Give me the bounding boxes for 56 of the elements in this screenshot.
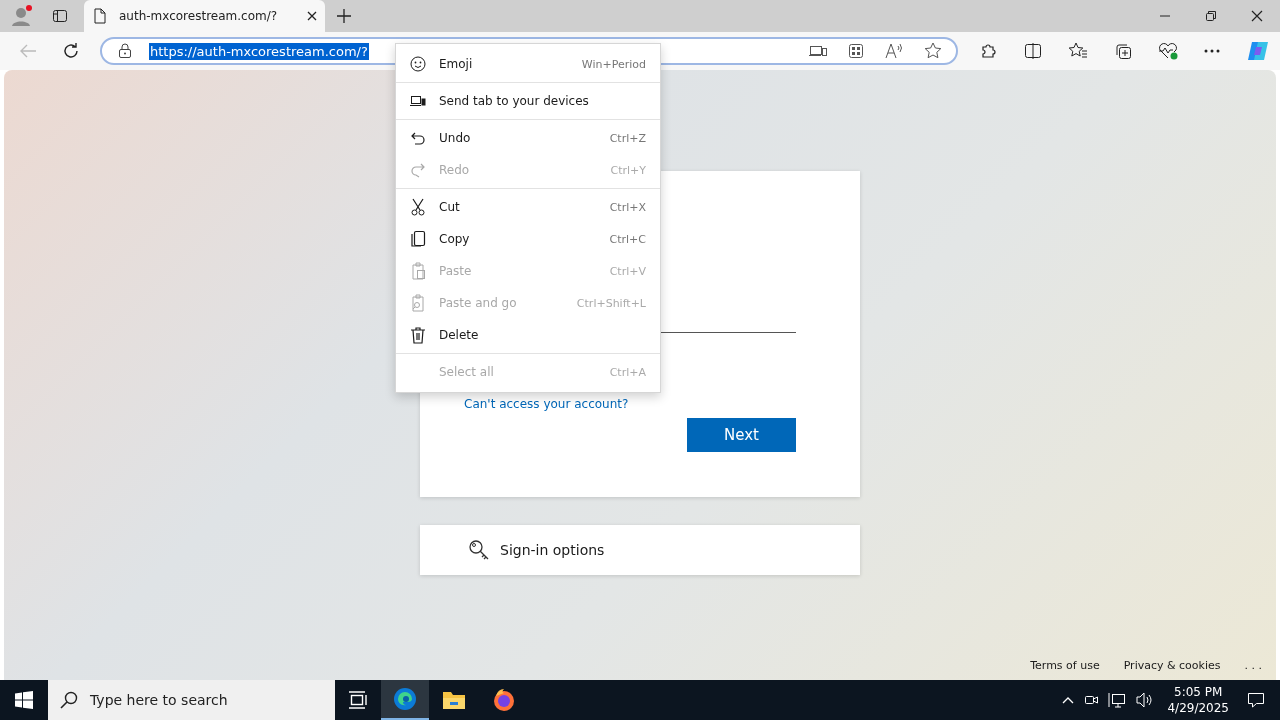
firefox-icon[interactable] — [492, 688, 516, 712]
menu-item[interactable]: Cut Ctrl+X — [396, 191, 660, 223]
footer-link[interactable]: Terms of use — [1030, 659, 1100, 672]
task-view-icon[interactable] — [348, 691, 368, 709]
browser-icon[interactable] — [393, 687, 417, 711]
heart-pulse-icon[interactable] — [1158, 42, 1178, 60]
menu-item[interactable]: Undo Ctrl+Z — [396, 122, 660, 154]
browser-tab[interactable]: auth-mxcorestream.com/? — [84, 0, 325, 32]
page-icon — [94, 8, 106, 24]
profile-icon[interactable] — [10, 4, 34, 28]
more-options-link[interactable]: . . . — [1244, 659, 1262, 672]
speaker-icon[interactable] — [1136, 692, 1155, 708]
undo-icon — [410, 131, 426, 145]
emoji-icon — [410, 56, 426, 72]
apps-icon[interactable] — [848, 43, 864, 59]
menu-item[interactable]: Send tab to your devices — [396, 85, 660, 117]
next-button[interactable]: Next — [687, 418, 796, 452]
copy-icon — [410, 230, 426, 248]
restore-icon[interactable] — [1205, 10, 1217, 22]
clipboard-icon — [410, 262, 426, 280]
url-text: https://auth-mxcorestream.com/? — [149, 42, 369, 60]
close-icon[interactable] — [1251, 10, 1263, 22]
favorites-icon[interactable] — [1068, 42, 1088, 60]
key-icon — [468, 539, 490, 561]
lock-icon[interactable] — [118, 43, 132, 59]
devices-icon — [410, 95, 426, 107]
network-icon[interactable] — [1108, 692, 1127, 708]
search-icon — [60, 691, 78, 709]
chevron-up-icon[interactable] — [1062, 696, 1075, 704]
folder-icon[interactable] — [442, 690, 466, 710]
close-icon[interactable] — [307, 11, 317, 21]
star-icon[interactable] — [924, 42, 942, 60]
clipboard-search-icon — [410, 294, 426, 312]
refresh-icon[interactable] — [62, 42, 80, 60]
more-icon[interactable] — [1204, 49, 1220, 53]
copilot-icon[interactable] — [1246, 39, 1270, 63]
clock[interactable]: 5:05 PM 4/29/2025 — [1167, 684, 1229, 716]
start-icon[interactable] — [15, 691, 33, 709]
new-tab-icon[interactable] — [337, 9, 351, 23]
devices-icon[interactable] — [809, 44, 827, 58]
notifications-icon[interactable] — [1247, 692, 1265, 708]
menu-item[interactable]: Emoji Win+Period — [396, 48, 660, 80]
taskbar-search-field[interactable]: Type here to search — [48, 680, 335, 720]
redo-icon — [410, 162, 426, 178]
collections-icon[interactable] — [1114, 42, 1132, 60]
sign-in-options-button[interactable]: Sign-in options — [420, 525, 860, 575]
split-screen-icon[interactable] — [1024, 42, 1042, 60]
footer-link[interactable]: Privacy & cookies — [1123, 659, 1221, 672]
tab-actions-icon[interactable] — [52, 8, 68, 24]
scissors-icon — [410, 198, 426, 216]
trash-icon — [410, 326, 426, 344]
read-aloud-icon[interactable] — [885, 43, 903, 59]
extensions-icon[interactable] — [980, 42, 998, 60]
menu-item[interactable]: Copy Ctrl+C — [396, 223, 660, 255]
account-help-link[interactable]: Can't access your account? — [464, 397, 629, 411]
menu-item[interactable]: Delete — [396, 319, 660, 351]
